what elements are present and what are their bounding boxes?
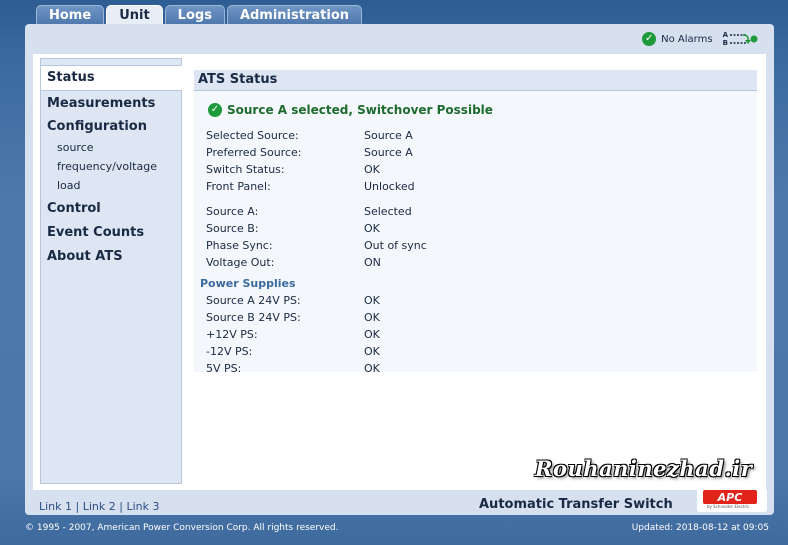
row-plus-12v-ps: +12V PS: OK xyxy=(206,326,606,343)
link-2[interactable]: Link 2 xyxy=(83,500,116,513)
row-source-a: Source A: Selected xyxy=(206,203,606,220)
field-value: Out of sync xyxy=(364,239,427,252)
checkmark-icon: ✓ xyxy=(642,32,657,46)
field-value: Source A xyxy=(364,146,413,159)
checkmark-icon: ✓ xyxy=(208,103,222,117)
field-value: OK xyxy=(364,328,380,341)
sidebar-item-control[interactable]: Control xyxy=(41,197,181,221)
field-label: Source B: xyxy=(206,222,259,235)
row-switch-status: Switch Status: OK xyxy=(206,161,606,178)
field-label: -12V PS: xyxy=(206,345,253,358)
link-separator: | xyxy=(115,500,127,513)
sidebar-item-status[interactable]: Status xyxy=(41,65,182,91)
field-label: Selected Source: xyxy=(206,129,299,142)
row-source-b: Source B: OK xyxy=(206,220,606,237)
sidebar-subitem-source[interactable]: source xyxy=(41,138,181,157)
row-source-a-24v-ps: Source A 24V PS: OK xyxy=(206,292,606,309)
sidebar-item-about-ats[interactable]: About ATS xyxy=(41,245,181,269)
apc-logo-mark: APC xyxy=(703,490,757,504)
field-label: Voltage Out: xyxy=(206,256,275,269)
apc-logo-subtext: by Schneider Electric xyxy=(707,504,750,509)
link-3[interactable]: Link 3 xyxy=(126,500,159,513)
tab-administration[interactable]: Administration xyxy=(226,5,363,24)
product-title: Automatic Transfer Switch xyxy=(479,497,673,512)
content-frame: Status Measurements Configuration source… xyxy=(33,54,766,490)
field-value: Selected xyxy=(364,205,412,218)
field-value: OK xyxy=(364,362,380,375)
field-label: 5V PS: xyxy=(206,362,242,375)
source-switch-icon: A B xyxy=(723,31,758,47)
alarm-status[interactable]: ✓ No Alarms A B xyxy=(642,31,758,47)
field-value: ON xyxy=(364,256,381,269)
row-5v-ps: 5V PS: OK xyxy=(206,360,606,377)
field-label: Front Panel: xyxy=(206,180,271,193)
field-label: Source A: xyxy=(206,205,259,218)
alarm-text: No Alarms xyxy=(661,33,713,45)
row-source-b-24v-ps: Source B 24V PS: OK xyxy=(206,309,606,326)
field-label: +12V PS: xyxy=(206,328,258,341)
field-label: Switch Status: xyxy=(206,163,285,176)
tab-logs[interactable]: Logs xyxy=(164,5,225,24)
row-minus-12v-ps: -12V PS: OK xyxy=(206,343,606,360)
updated-timestamp: Updated: 2018-08-12 at 09:05 xyxy=(631,523,769,533)
field-value: Unlocked xyxy=(364,180,415,193)
row-preferred-source: Preferred Source: Source A xyxy=(206,144,606,161)
link-1[interactable]: Link 1 xyxy=(39,500,72,513)
transfer-arrow-icon xyxy=(730,34,758,44)
copyright-text: © 1995 - 2007, American Power Conversion… xyxy=(25,523,339,533)
sidebar-nav: Status Measurements Configuration source… xyxy=(40,58,182,484)
row-voltage-out: Voltage Out: ON xyxy=(206,254,606,271)
field-label: Source A 24V PS: xyxy=(206,294,301,307)
status-summary-text: Source A selected, Switchover Possible xyxy=(227,103,493,117)
apc-logo[interactable]: APC by Schneider Electric xyxy=(697,488,767,512)
ats-status-summary: ✓ Source A selected, Switchover Possible xyxy=(208,103,493,117)
sidebar-item-measurements[interactable]: Measurements xyxy=(41,92,181,116)
field-value: OK xyxy=(364,294,380,307)
field-value: Source A xyxy=(364,129,413,142)
tab-unit[interactable]: Unit xyxy=(106,5,163,24)
field-value: OK xyxy=(364,345,380,358)
footer-links: Link 1 | Link 2 | Link 3 xyxy=(39,500,160,513)
field-label: Phase Sync: xyxy=(206,239,273,252)
tab-home[interactable]: Home xyxy=(36,5,105,24)
link-separator: | xyxy=(72,500,83,513)
ats-status-panel: ATS Status ✓ Source A selected, Switchov… xyxy=(194,70,757,375)
sidebar-subitem-load[interactable]: load xyxy=(41,176,181,195)
row-front-panel: Front Panel: Unlocked xyxy=(206,178,606,195)
row-phase-sync: Phase Sync: Out of sync xyxy=(206,237,606,254)
field-label: Source B 24V PS: xyxy=(206,311,301,324)
field-value: OK xyxy=(364,222,380,235)
sidebar-item-event-counts[interactable]: Event Counts xyxy=(41,221,181,245)
sidebar-subitem-frequency-voltage[interactable]: frequency/voltage xyxy=(41,157,181,176)
field-value: OK xyxy=(364,163,380,176)
field-value: OK xyxy=(364,311,380,324)
apc-logo-text: APC xyxy=(717,491,743,504)
power-supplies-heading: Power Supplies xyxy=(200,277,296,290)
row-selected-source: Selected Source: Source A xyxy=(206,127,606,144)
page-title: ATS Status xyxy=(194,70,757,91)
main-panel: ✓ No Alarms A B Status Measurements Conf… xyxy=(25,24,774,515)
field-label: Preferred Source: xyxy=(206,146,302,159)
top-tab-bar: Home Unit Logs Administration xyxy=(36,5,363,24)
sidebar-item-configuration[interactable]: Configuration xyxy=(41,116,181,138)
watermark-text: Rouhaninezhad.ir xyxy=(535,456,753,481)
